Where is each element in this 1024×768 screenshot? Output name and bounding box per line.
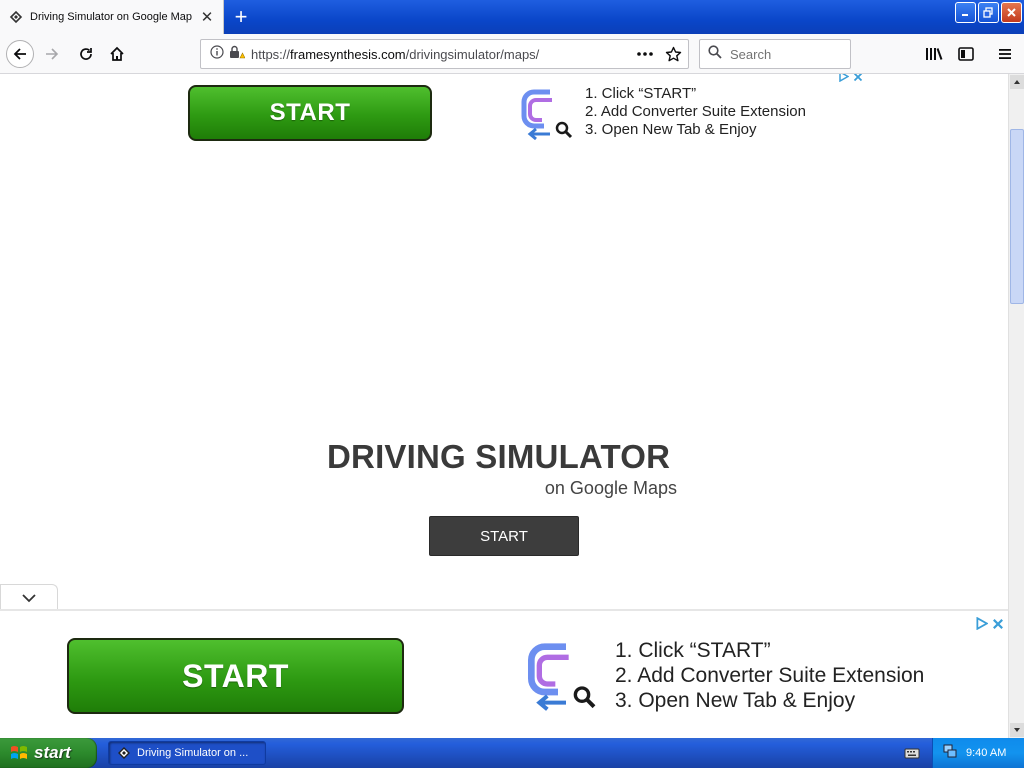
bottom-ad-banner: START 1. Click “START” 2. Add Converter … [0, 609, 1008, 738]
ad-collapse-toggle[interactable] [0, 584, 58, 610]
scroll-up-icon[interactable] [1010, 75, 1024, 89]
start-label: start [34, 743, 71, 762]
keyboard-icon[interactable] [904, 746, 920, 765]
bottom-ad-step-2: 2. Add Converter Suite Extension [615, 664, 925, 687]
top-ad-choices[interactable] [838, 74, 863, 82]
library-icon [926, 48, 943, 60]
tab-close-icon[interactable]: ✕ [199, 9, 215, 26]
start-button[interactable]: START [429, 516, 579, 556]
restore-button[interactable] [978, 2, 999, 23]
top-ad-steps: 1. Click “START” 2. Add Converter Suite … [585, 85, 806, 139]
tab-title: Driving Simulator on Google Maps [30, 11, 192, 23]
chevron-down-icon [22, 593, 36, 602]
reload-icon [80, 48, 92, 60]
scroll-down-icon[interactable] [1010, 723, 1024, 737]
search-icon [708, 44, 722, 64]
back-arrow-icon [13, 48, 26, 60]
minimize-button[interactable] [955, 2, 976, 23]
top-ad-step-2: 2. Add Converter Suite Extension [585, 103, 806, 120]
page-actions-icon[interactable] [636, 47, 654, 66]
converter-suite-logo-icon [521, 89, 573, 140]
sidebar-toggle-button[interactable] [952, 40, 980, 68]
search-placeholder: Search [730, 46, 772, 62]
bottom-ad-steps: 1. Click “START” 2. Add Converter Suite … [615, 638, 924, 713]
url-host: framesynthesis.com [290, 46, 406, 62]
bottom-ad-step-3: 3. Open New Tab & Enjoy [615, 689, 856, 712]
insecure-lock-warning-icon[interactable] [229, 45, 246, 64]
system-tray: 9:40 AM [932, 738, 1024, 768]
vertical-scrollbar[interactable] [1008, 74, 1024, 738]
top-ad-step-1: 1. Click “START” [585, 85, 697, 102]
window-controls [955, 2, 1022, 23]
scrollbar-thumb[interactable] [1010, 129, 1024, 304]
url-text: https://framesynthesis.com/drivingsimula… [251, 47, 539, 62]
site-info-icon[interactable] [210, 44, 224, 64]
sidebar-icon [958, 47, 974, 61]
converter-suite-logo-icon [528, 643, 596, 711]
ad-close-icon [993, 618, 1003, 629]
forward-arrow-icon [46, 48, 59, 60]
start-button-xp[interactable]: start [0, 738, 97, 768]
search-box[interactable]: Search [699, 39, 851, 69]
hamburger-menu-icon [999, 49, 1011, 59]
site-favicon-icon [8, 9, 24, 25]
menu-button[interactable] [991, 40, 1019, 68]
page-title: DRIVING SIMULATOR [327, 438, 671, 475]
navigation-toolbar: https://framesynthesis.com/drivingsimula… [0, 34, 1024, 74]
ad-close-icon [853, 74, 863, 81]
address-bar[interactable]: https://framesynthesis.com/drivingsimula… [200, 39, 689, 69]
tab-strip: Driving Simulator on Google Maps ✕ + [0, 0, 1024, 34]
url-scheme: https:// [251, 46, 291, 62]
clock: 9:40 AM [966, 747, 1007, 759]
home-icon [110, 46, 124, 61]
url-path: /drivingsimulator/maps/ [405, 46, 540, 62]
bottom-ad-start-button[interactable]: START [67, 638, 404, 714]
home-button[interactable] [103, 40, 131, 68]
adchoices-icon [839, 74, 849, 82]
taskbar: start Driving Simulator on ... 9:40 AM [0, 738, 1024, 768]
close-window-button[interactable] [1001, 2, 1022, 23]
new-tab-button[interactable]: + [228, 4, 254, 30]
bookmark-star-icon[interactable] [665, 46, 682, 68]
top-ad-start-button[interactable]: START [188, 85, 432, 141]
tab-active[interactable]: Driving Simulator on Google Maps ✕ [0, 0, 224, 34]
page-viewport: START 1. Click “START” 2. Add Converter … [0, 74, 1008, 738]
windows-logo-icon [11, 746, 27, 759]
adchoices-icon [976, 617, 988, 630]
bottom-ad-step-1: 1. Click “START” [615, 639, 771, 662]
library-button[interactable] [920, 40, 948, 68]
back-button[interactable] [6, 40, 34, 68]
top-ad-step-3: 3. Open New Tab & Enjoy [585, 121, 757, 138]
taskbar-item-label: Driving Simulator on ... [137, 747, 249, 759]
site-favicon-icon [118, 747, 130, 759]
page-subtitle: on Google Maps [544, 478, 677, 498]
reload-button[interactable] [72, 40, 100, 68]
bottom-ad-choices[interactable] [975, 617, 1004, 630]
network-icon[interactable] [942, 743, 958, 764]
forward-button[interactable] [38, 40, 66, 68]
taskbar-item-browser[interactable]: Driving Simulator on ... [108, 741, 266, 765]
